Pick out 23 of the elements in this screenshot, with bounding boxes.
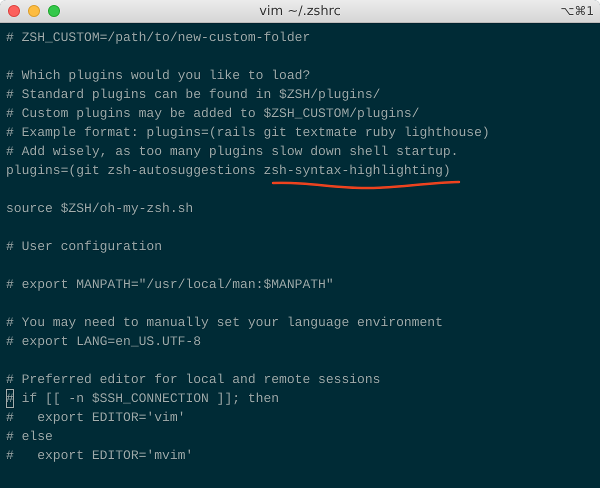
code-line: if [[ -n $SSH_CONNECTION ]]; then [20,390,280,408]
code-line: # Custom plugins may be added to $ZSH_CUSTOM/plugins/ [6,105,420,123]
code-line: # You may need to manually set your language environment [6,314,443,332]
code-line: # export MANPATH="/usr/local/man:$MANPATH" [6,276,334,294]
code-line: # Standard plugins can be found in $ZSH/plugins/ [6,86,380,104]
code-line: # Preferred editor for local and remote sessions [6,371,380,389]
code-line: # User configuration [6,238,162,256]
code-line: source $ZSH/oh-my-zsh.sh [6,200,194,218]
code-line: # else [6,428,53,446]
code-line: # Example format: plugins=(rails git textmate ruby lighthouse) [6,124,490,142]
code-line: # Which plugins would you like to load? [6,67,310,85]
code-line: # export LANG=en_US.UTF-8 [6,333,202,351]
code-line: # export EDITOR='mvim' [6,447,194,465]
code-line: plugins=(git zsh-autosuggestions zsh-syntax-highlighting) [6,162,451,180]
zoom-button[interactable] [48,5,60,17]
code-line: # Add wisely, as too many plugins slow down shell startup. [6,143,458,161]
code-line: # ZSH_CUSTOM=/path/to/new-custom-folder [6,29,310,47]
window-title: vim ~/.zshrc [259,4,341,18]
shortcut-label: ⌥⌘1 [560,4,595,18]
close-button[interactable] [8,5,20,17]
code-line: # export EDITOR='vim' [6,409,186,427]
cursor: # [6,389,14,408]
minimize-button[interactable] [28,5,40,17]
